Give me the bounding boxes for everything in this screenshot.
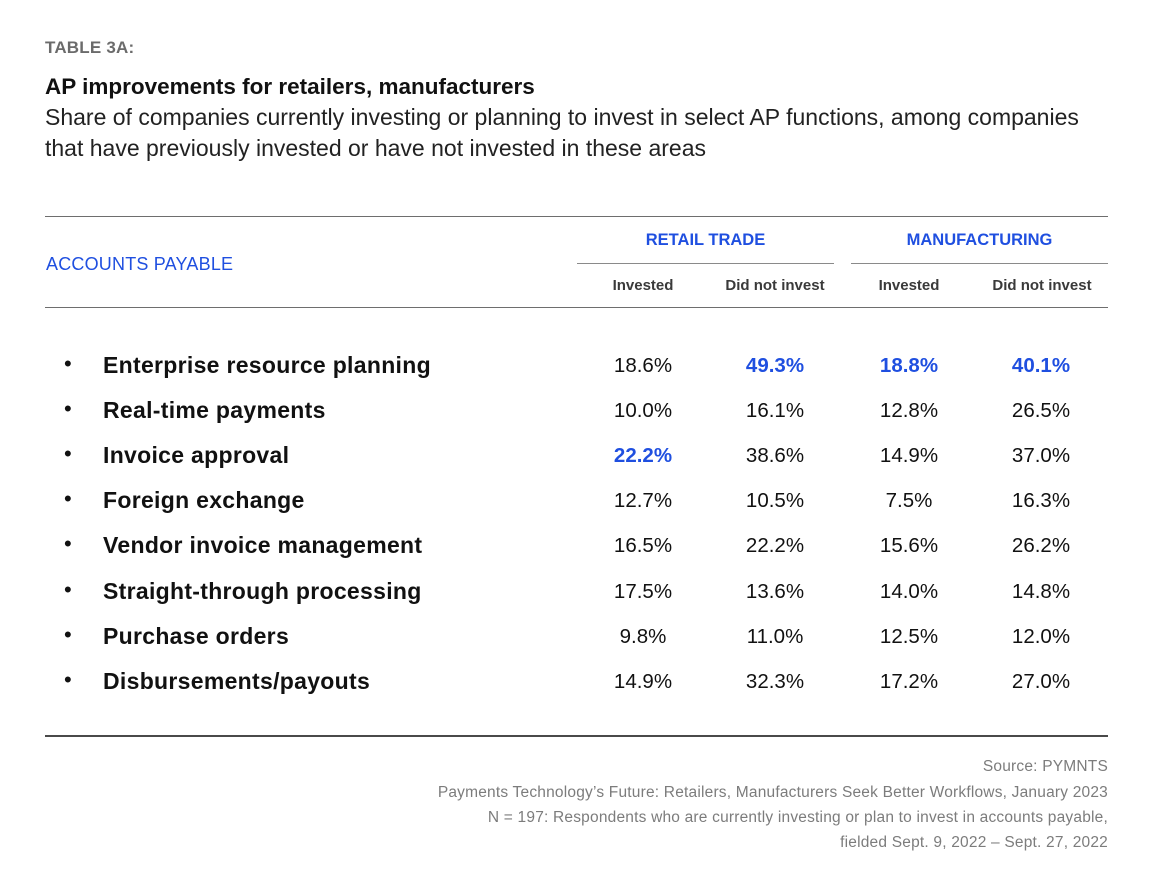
footer-report: Payments Technology’s Future: Retailers,… — [437, 784, 1108, 801]
group-rule-manufacturing — [851, 263, 1108, 264]
cell-retail-invested: 18.6% — [613, 354, 673, 377]
stub-header: ACCOUNTS PAYABLE — [46, 254, 234, 274]
row-label: Invoice approval — [103, 442, 290, 469]
cell-retail-did-not-invest: 10.5% — [745, 489, 805, 513]
cell-retail-did-not-invest: 22.2% — [745, 534, 805, 558]
cell-manufacturing-did-not-invest: 40.1% — [1011, 354, 1071, 377]
header-bottom-rule — [45, 307, 1108, 308]
cell-manufacturing-invested: 14.9% — [879, 444, 939, 468]
footer-sample: N = 197: Respondents who are currently i… — [487, 809, 1108, 826]
bullet-icon: • — [64, 531, 72, 557]
cell-manufacturing-did-not-invest: 26.5% — [1011, 399, 1071, 423]
table-title: AP improvements for retailers, manufactu… — [45, 74, 535, 99]
row-label: Straight-through processing — [103, 577, 422, 604]
cell-retail-invested: 12.7% — [613, 489, 673, 513]
group-rule-retail-trade — [577, 263, 834, 264]
cell-retail-did-not-invest: 13.6% — [745, 579, 805, 603]
cell-manufacturing-invested: 7.5% — [885, 489, 933, 513]
table-subtitle: Share of companies currently investing o… — [45, 104, 1079, 161]
bullet-icon: • — [64, 351, 72, 376]
cell-manufacturing-invested: 17.2% — [879, 669, 939, 693]
bullet-icon: • — [64, 666, 72, 692]
bullet-icon: • — [64, 486, 72, 512]
footer-fielded: fielded Sept. 9, 2022 – Sept. 27, 2022 — [840, 834, 1108, 851]
cell-retail-invested: 17.5% — [613, 579, 673, 603]
cell-retail-invested: 10.0% — [613, 399, 673, 423]
cell-manufacturing-did-not-invest: 12.0% — [1011, 624, 1071, 648]
footer-source: Source: PYMNTS — [982, 758, 1108, 775]
cell-manufacturing-invested: 18.8% — [879, 354, 939, 377]
cell-retail-did-not-invest: 49.3% — [745, 354, 805, 377]
row-label: Foreign exchange — [103, 487, 305, 514]
cell-retail-did-not-invest: 32.3% — [745, 669, 805, 693]
bullet-icon: • — [64, 396, 72, 422]
cell-retail-did-not-invest: 11.0% — [746, 624, 804, 648]
col-header-retail-did-not-invest: Did not invest — [725, 277, 825, 294]
table-label: TABLE 3A: — [45, 38, 135, 57]
col-header-manufacturing-invested: Invested — [878, 277, 940, 294]
cell-manufacturing-invested: 12.5% — [879, 624, 939, 648]
col-header-manufacturing-did-not-invest: Did not invest — [992, 277, 1092, 294]
cell-manufacturing-did-not-invest: 26.2% — [1011, 534, 1071, 558]
cell-manufacturing-invested: 12.8% — [879, 399, 939, 423]
cell-manufacturing-did-not-invest: 14.8% — [1011, 579, 1071, 603]
top-rule — [45, 216, 1108, 217]
cell-retail-invested: 16.5% — [613, 534, 673, 558]
cell-manufacturing-invested: 14.0% — [879, 579, 939, 603]
row-label: Purchase orders — [103, 622, 290, 649]
cell-retail-did-not-invest: 38.6% — [745, 444, 805, 468]
cell-retail-invested: 14.9% — [613, 669, 673, 693]
bullet-icon: • — [64, 576, 72, 602]
bullet-icon: • — [64, 441, 72, 467]
group-header-retail-trade: RETAIL TRADE — [645, 231, 766, 249]
col-header-retail-invested: Invested — [612, 277, 674, 294]
bottom-rule — [45, 735, 1108, 737]
row-label: Real-time payments — [103, 397, 326, 424]
cell-manufacturing-did-not-invest: 37.0% — [1011, 444, 1071, 468]
cell-manufacturing-did-not-invest: 27.0% — [1011, 669, 1071, 693]
row-label: Vendor invoice management — [103, 532, 423, 559]
bullet-icon: • — [64, 621, 72, 647]
cell-retail-did-not-invest: 16.1% — [745, 399, 805, 423]
cell-manufacturing-invested: 15.6% — [879, 534, 939, 558]
row-label: Enterprise resource planning — [103, 352, 431, 378]
group-header-manufacturing: MANUFACTURING — [906, 231, 1053, 249]
cell-manufacturing-did-not-invest: 16.3% — [1011, 489, 1071, 513]
cell-retail-invested: 9.8% — [619, 624, 667, 648]
cell-retail-invested: 22.2% — [613, 444, 673, 468]
row-label: Disbursements/payouts — [103, 667, 371, 694]
